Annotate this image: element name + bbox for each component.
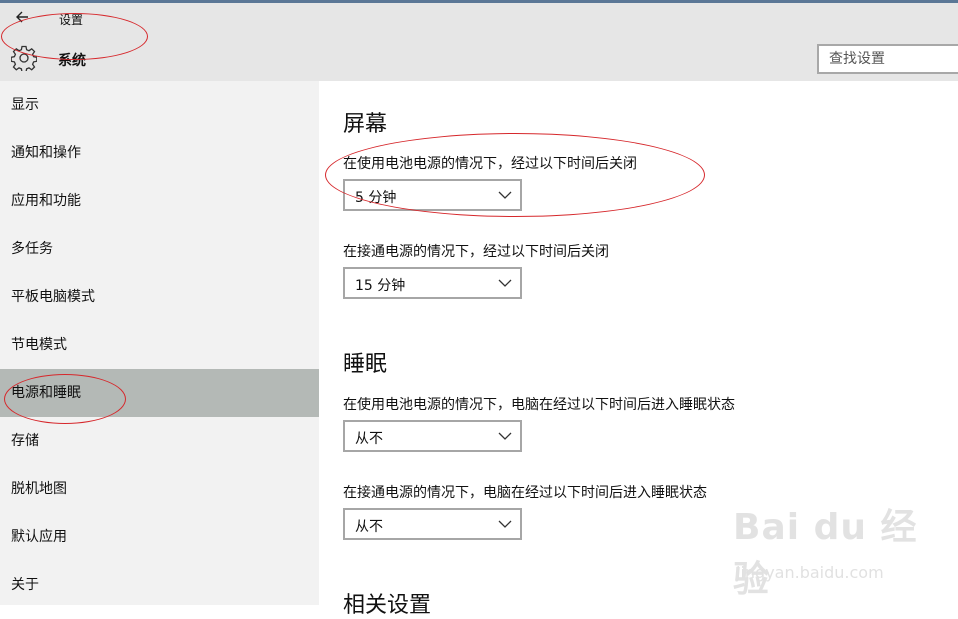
sleep-section-title: 睡眠 [343, 352, 388, 377]
back-button[interactable] [12, 8, 34, 26]
sidebar-item-apps-features[interactable]: 应用和功能 [0, 177, 319, 225]
page-title: 系统 [58, 53, 86, 69]
sleep-battery-value: 从不 [355, 431, 383, 447]
search-input[interactable] [817, 44, 958, 74]
sleep-battery-label: 在使用电池电源的情况下，电脑在经过以下时间后进入睡眠状态 [343, 397, 735, 413]
window-title: 设置 [59, 13, 84, 27]
chevron-down-icon [498, 279, 512, 287]
sidebar-item-notifications[interactable]: 通知和操作 [0, 129, 319, 177]
gear-icon [10, 45, 38, 73]
sidebar-item-storage[interactable]: 存储 [0, 417, 319, 465]
sidebar-item-display[interactable]: 显示 [0, 81, 319, 129]
sleep-battery-dropdown[interactable]: 从不 [343, 420, 522, 452]
watermark-logo: Bai du 经验 [733, 507, 918, 600]
chevron-down-icon [498, 520, 512, 528]
sleep-plugged-dropdown[interactable]: 从不 [343, 508, 522, 540]
sidebar: 显示 通知和操作 应用和功能 多任务 平板电脑模式 节电模式 电源和睡眠 存储 … [0, 81, 319, 605]
header: 设置 系统 [0, 3, 958, 81]
sidebar-item-about[interactable]: 关于 [0, 561, 319, 609]
sleep-plugged-value: 从不 [355, 519, 383, 535]
sidebar-item-tablet-mode[interactable]: 平板电脑模式 [0, 273, 319, 321]
chevron-down-icon [498, 432, 512, 440]
sleep-plugged-label: 在接通电源的情况下，电脑在经过以下时间后进入睡眠状态 [343, 485, 707, 501]
arrow-left-icon [16, 11, 28, 23]
watermark-url: jingyan.baidu.com [736, 563, 884, 582]
watermark: Bai du 经验 jingyan.baidu.com [733, 498, 943, 600]
screen-battery-value: 5 分钟 [355, 190, 397, 206]
chevron-down-icon [498, 191, 512, 199]
screen-plugged-value: 15 分钟 [355, 278, 406, 294]
screen-battery-dropdown[interactable]: 5 分钟 [343, 179, 522, 211]
sidebar-item-default-apps[interactable]: 默认应用 [0, 513, 319, 561]
sidebar-item-power-sleep[interactable]: 电源和睡眠 [0, 369, 319, 417]
screen-battery-label: 在使用电池电源的情况下，经过以下时间后关闭 [343, 156, 637, 172]
sidebar-item-multitasking[interactable]: 多任务 [0, 225, 319, 273]
sidebar-item-battery-saver[interactable]: 节电模式 [0, 321, 319, 369]
screen-plugged-dropdown[interactable]: 15 分钟 [343, 267, 522, 299]
screen-plugged-label: 在接通电源的情况下，经过以下时间后关闭 [343, 244, 609, 260]
related-settings-title: 相关设置 [343, 593, 432, 618]
screen-section-title: 屏幕 [343, 112, 388, 137]
sidebar-item-offline-maps[interactable]: 脱机地图 [0, 465, 319, 513]
